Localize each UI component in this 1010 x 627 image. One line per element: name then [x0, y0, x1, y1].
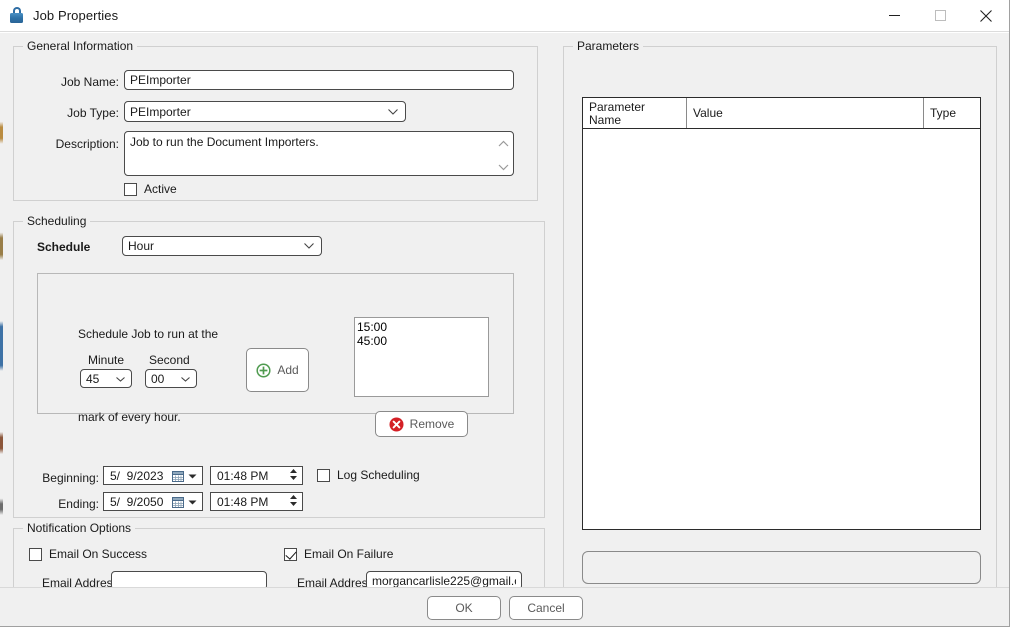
schedule-intro-text: Schedule Job to run at the	[78, 327, 219, 341]
lock-icon	[9, 7, 24, 24]
dialog-body: General Information Job Name: Job Type: …	[0, 32, 1009, 600]
active-checkbox-box	[124, 182, 137, 196]
log-scheduling-checkbox-box	[317, 468, 330, 482]
ending-label: Ending:	[58, 497, 99, 511]
ending-date-value: 5/ 9/2050	[110, 494, 164, 509]
parameters-grid[interactable]: Parameter Name Value Type	[582, 97, 981, 530]
beginning-label: Beginning:	[42, 471, 99, 485]
email-on-success-checkbox[interactable]: Email On Success	[29, 547, 147, 561]
list-item[interactable]: 45:00	[357, 334, 488, 348]
window-controls	[871, 0, 1009, 31]
job-name-label: Job Name:	[60, 75, 119, 89]
minimize-button[interactable]	[871, 0, 917, 31]
spinner-up-icon	[290, 469, 297, 473]
general-information-group: General Information Job Name: Job Type: …	[13, 39, 538, 201]
second-select[interactable]: 00	[145, 369, 197, 388]
parameter-status-box	[582, 551, 981, 584]
dialog-footer: OK Cancel	[0, 587, 1009, 626]
cancel-button[interactable]: Cancel	[509, 596, 583, 620]
job-type-value: PEImporter	[130, 104, 191, 119]
parameters-legend: Parameters	[573, 39, 644, 53]
beginning-date-picker[interactable]: 5/ 9/2023	[103, 466, 203, 485]
second-label: Second	[149, 353, 190, 367]
description-scroll-down-icon[interactable]	[498, 160, 509, 174]
schedule-type-label: Schedule	[37, 240, 91, 254]
minimize-icon	[888, 15, 900, 16]
parameters-group: Parameters Parameter Name Value Type	[563, 39, 997, 600]
column-header-parameter-name[interactable]: Parameter Name	[583, 98, 687, 128]
ok-button[interactable]: OK	[427, 596, 501, 620]
job-type-select[interactable]: PEImporter	[124, 101, 406, 122]
chevron-down-icon	[116, 377, 125, 382]
beginning-time-value: 01:48 PM	[217, 468, 269, 483]
email-on-failure-checkbox[interactable]: Email On Failure	[284, 547, 393, 561]
job-properties-window: Job Properties General Information Job N…	[0, 0, 1010, 627]
email-on-failure-label: Email On Failure	[304, 547, 394, 561]
beginning-date-value: 5/ 9/2023	[110, 468, 164, 483]
second-value: 00	[151, 371, 165, 386]
chevron-down-icon	[188, 500, 197, 505]
close-icon	[980, 9, 992, 22]
email-on-success-label: Email On Success	[49, 547, 148, 561]
maximize-button[interactable]	[917, 0, 963, 31]
ending-time-input[interactable]: 01:48 PM	[210, 492, 303, 511]
job-name-input[interactable]	[124, 70, 514, 90]
add-button-label: Add	[277, 363, 299, 377]
ending-date-picker[interactable]: 5/ 9/2050	[103, 492, 203, 511]
log-scheduling-label: Log Scheduling	[337, 468, 420, 482]
minute-value: 45	[86, 371, 100, 386]
log-scheduling-checkbox[interactable]: Log Scheduling	[317, 468, 420, 482]
beginning-time-spinner[interactable]	[289, 468, 298, 481]
beginning-time-input[interactable]: 01:48 PM	[210, 466, 303, 485]
window-title: Job Properties	[33, 8, 119, 23]
add-circle-icon	[256, 362, 271, 378]
spinner-down-icon	[290, 476, 297, 480]
schedule-type-select[interactable]: Hour	[122, 236, 322, 256]
add-time-button[interactable]: Add	[246, 348, 309, 392]
calendar-icon	[172, 471, 184, 482]
minute-label: Minute	[88, 353, 125, 367]
email-on-failure-checkbox-box	[284, 547, 297, 561]
column-header-value[interactable]: Value	[687, 98, 924, 128]
active-checkbox[interactable]: Active	[124, 182, 177, 196]
ending-time-value: 01:48 PM	[217, 494, 269, 509]
scheduling-group: Scheduling Schedule Hour Schedule Job to…	[13, 214, 545, 518]
window-edge-strip	[0, 33, 3, 587]
schedule-type-value: Hour	[128, 239, 155, 253]
description-scroll-up-icon[interactable]	[498, 136, 509, 150]
notification-options-legend: Notification Options	[23, 521, 136, 535]
parameters-grid-body[interactable]	[583, 129, 980, 529]
chevron-down-icon	[188, 474, 197, 479]
column-header-type[interactable]: Type	[924, 98, 980, 128]
scheduling-legend: Scheduling	[23, 214, 91, 228]
active-label: Active	[144, 182, 177, 196]
chevron-down-icon	[304, 243, 314, 249]
general-information-legend: General Information	[23, 39, 138, 53]
parameters-grid-header: Parameter Name Value Type	[583, 98, 980, 129]
spinner-up-icon	[290, 495, 297, 499]
title-bar: Job Properties	[0, 0, 1009, 32]
description-input[interactable]	[124, 131, 514, 176]
remove-circle-icon	[389, 417, 404, 431]
list-item[interactable]: 15:00	[357, 320, 488, 334]
minute-select[interactable]: 45	[80, 369, 132, 388]
spinner-down-icon	[290, 502, 297, 506]
close-button[interactable]	[963, 0, 1009, 31]
chevron-down-icon	[181, 377, 190, 382]
schedule-trailer-text: mark of every hour.	[78, 410, 181, 424]
description-label: Description:	[55, 137, 119, 151]
email-on-success-checkbox-box	[29, 547, 42, 561]
scheduled-times-list[interactable]: 15:00 45:00	[354, 317, 489, 397]
calendar-icon	[172, 497, 184, 508]
job-type-label: Job Type:	[67, 106, 119, 120]
remove-button-label: Remove	[409, 417, 455, 431]
maximize-icon	[934, 10, 946, 21]
remove-time-button[interactable]: Remove	[375, 411, 468, 437]
ending-time-spinner[interactable]	[289, 494, 298, 507]
chevron-down-icon	[388, 108, 398, 115]
